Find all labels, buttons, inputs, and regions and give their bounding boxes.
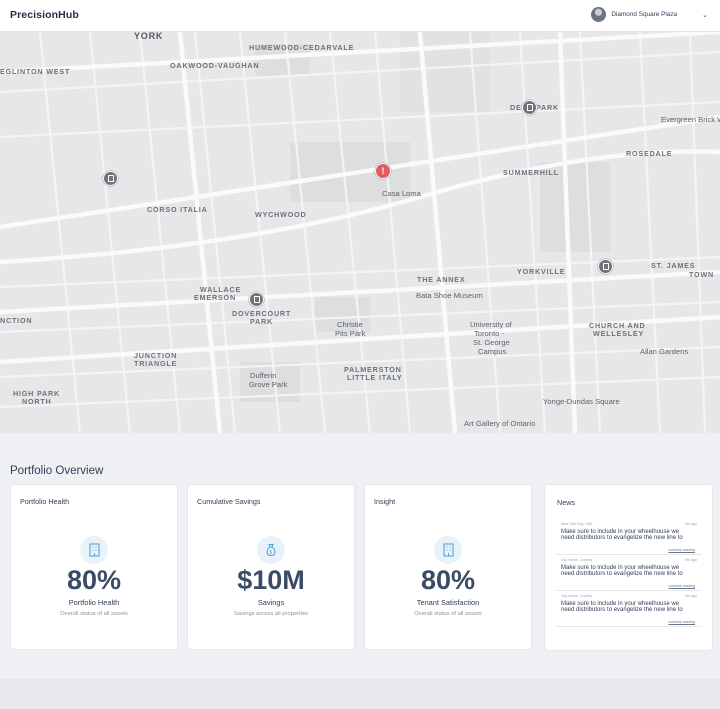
map-area-label: WELLESLEY	[593, 329, 645, 338]
map-place-label: Allan Gardens	[640, 347, 689, 356]
news-text: Make sure to include in your wheelhouse …	[561, 565, 683, 578]
svg-text:$: $	[269, 550, 272, 556]
section-title: Portfolio Overview	[10, 465, 104, 477]
news-time: 9m ago	[685, 594, 697, 598]
alert-icon: !	[381, 166, 385, 176]
kpi-subtitle: Overall status of all assets	[60, 611, 128, 617]
map-place-label: Campus	[478, 347, 507, 356]
building-marker[interactable]	[249, 292, 264, 307]
kpi-subtitle: Overall status of all assets	[414, 611, 482, 617]
building-icon	[253, 296, 260, 303]
map-place-label: Toronto -	[474, 329, 504, 338]
building-marker[interactable]	[598, 259, 613, 274]
map-place-label: Evergreen Brick W	[661, 115, 720, 124]
building-icon	[526, 104, 533, 111]
map-place-label: Bata Shoe Museum	[416, 291, 483, 300]
map-area-label: SUMMERHILL	[503, 168, 559, 177]
news-location: New York City, USA	[561, 522, 593, 526]
news-location: City Name, Country	[561, 558, 593, 562]
building-icon	[602, 263, 609, 270]
continue-reading-link[interactable]: continue reading	[668, 620, 695, 624]
map-place-label: University of	[470, 320, 512, 329]
map-area-label: YORKVILLE	[517, 267, 566, 276]
app-logo[interactable]: PrecisionHub	[10, 9, 79, 21]
building-marker[interactable]	[103, 171, 118, 186]
footer-band	[0, 679, 720, 709]
kpi-value: $10M	[237, 565, 305, 595]
map-area-label: EGLINTON WEST	[0, 67, 71, 76]
kpi-value: 80%	[420, 565, 476, 595]
continue-reading-link[interactable]: continue reading	[668, 548, 695, 552]
map-place-label: St. George	[473, 338, 510, 347]
money-bag-icon: $	[257, 536, 285, 564]
map-place-label: Grove Park	[249, 380, 288, 389]
news-text: Make sure to include in your wheelhouse …	[561, 529, 683, 542]
map-area-label: THE ANNEX	[417, 275, 466, 284]
map-area-label: WYCHWOOD	[255, 210, 307, 219]
map-area-label: TRIANGLE	[134, 359, 178, 368]
user-menu[interactable]: Diamond Square Plaza ⌄	[591, 7, 708, 22]
map-place-label: Dufferin	[250, 371, 277, 380]
chevron-down-icon[interactable]: ⌄	[702, 11, 708, 19]
cumulative-savings-card[interactable]: Cumulative Savings $ $10M Savings Saving…	[188, 485, 354, 649]
card-title: Cumulative Savings	[197, 497, 261, 506]
news-time: 9m ago	[685, 558, 697, 562]
map-area-label: CORSO ITALIA	[147, 205, 208, 214]
news-text: Make sure to include in your wheelhouse …	[561, 601, 683, 614]
map-area-label: TOWN	[689, 270, 715, 279]
kpi-label: Tenant Satisfaction	[416, 598, 480, 607]
map-place-label: Art Gallery of Ontario	[464, 419, 536, 428]
portfolio-health-card[interactable]: Portfolio Health 80% Portfolio Health Ov…	[11, 485, 177, 649]
kpi-label: Portfolio Health	[68, 598, 120, 607]
map-place-label: Pits Park	[335, 329, 366, 338]
alert-marker[interactable]: !	[375, 163, 391, 179]
map-area-label: OAKWOOD-VAUGHAN	[170, 61, 260, 70]
map-place-label: Casa Loma	[382, 189, 421, 198]
avatar[interactable]	[591, 7, 607, 22]
map-area-label: ROSEDALE	[626, 149, 673, 158]
building-icon	[107, 175, 114, 182]
insight-card[interactable]: Insight 80% Tenant Satisfaction Overall …	[365, 485, 531, 649]
kpi-value: 80%	[66, 565, 122, 595]
user-name[interactable]: Diamond Square Plaza	[611, 11, 677, 18]
kpi-subtitle: Savings across all properties	[233, 611, 309, 617]
map-place-label: Christie	[337, 320, 363, 329]
map-area-label: YORK	[134, 32, 164, 41]
news-panel: News New York City, USA 9m ago Make sure…	[545, 485, 712, 650]
top-bar: PrecisionHub Diamond Square Plaza ⌄	[0, 0, 720, 32]
map-place-label: Yonge-Dundas Square	[543, 397, 620, 406]
building-icon	[434, 536, 462, 564]
news-time: 9m ago	[685, 522, 697, 526]
news-item[interactable]: City Name, Country 9m ago Make sure to i…	[556, 594, 702, 627]
map-area-label: EMERSON	[194, 293, 236, 302]
building-marker[interactable]	[522, 100, 537, 115]
map-area-label: HUMEWOOD-CEDARVALE	[249, 43, 355, 52]
map-area-label: NORTH	[22, 397, 52, 406]
building-icon	[80, 536, 108, 564]
news-item[interactable]: New York City, USA 9m ago Make sure to i…	[556, 522, 702, 555]
news-location: City Name, Country	[561, 594, 593, 598]
news-item[interactable]: City Name, Country 9m ago Make sure to i…	[556, 558, 702, 591]
map-area-label: ST. JAMES	[651, 261, 696, 270]
card-title: Insight	[374, 497, 396, 506]
map-area-label: PARK	[250, 317, 274, 326]
kpi-label: Savings	[257, 598, 285, 607]
map-area-label: NCTION	[0, 316, 33, 325]
news-title: News	[557, 498, 575, 507]
portfolio-map[interactable]: YORK HUMEWOOD-CEDARVALE OAKWOOD-VAUGHAN …	[0, 32, 720, 433]
map-area-label: LITTLE ITALY	[347, 373, 403, 382]
card-title: Portfolio Health	[20, 497, 70, 506]
continue-reading-link[interactable]: continue reading	[668, 584, 695, 588]
